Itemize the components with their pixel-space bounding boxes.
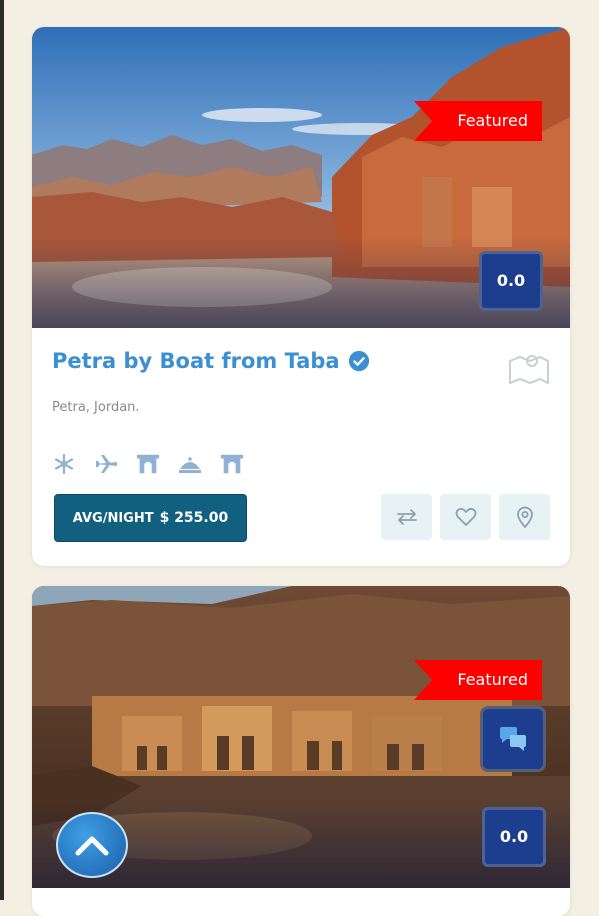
- listing-card[interactable]: Featured 0.0: [32, 586, 570, 916]
- compare-icon: [396, 509, 417, 525]
- rating-score: 0.0: [482, 807, 546, 867]
- listing-card[interactable]: Featured 0.0 Petra by Boat from Taba Pet…: [32, 27, 570, 566]
- plane-icon: [94, 452, 118, 476]
- scroll-to-top-button[interactable]: [56, 812, 128, 878]
- featured-badge: Featured: [414, 101, 542, 141]
- archway-icon: [136, 452, 160, 476]
- featured-badge: Featured: [414, 660, 542, 700]
- chevron-up-icon: [75, 836, 109, 856]
- show-on-map-button[interactable]: [499, 494, 550, 540]
- price-button[interactable]: AVG/NIGHT $ 255.00: [54, 494, 247, 542]
- chat-bubbles-icon: [500, 727, 526, 751]
- verified-check-icon: [348, 350, 369, 372]
- map-icon[interactable]: [508, 351, 550, 385]
- listing-title-text[interactable]: Petra by Boat from Taba: [52, 349, 340, 373]
- listing-location: Petra, Jordan.: [52, 400, 140, 415]
- archway-icon: [220, 452, 244, 476]
- snowflake-icon: [52, 452, 76, 476]
- listing-title[interactable]: Petra by Boat from Taba: [52, 349, 370, 373]
- rating-score: 0.0: [479, 251, 543, 311]
- page-edge: [0, 0, 4, 900]
- dome-icon: [178, 452, 202, 476]
- heart-icon: [455, 507, 476, 526]
- listing-photo[interactable]: Featured 0.0: [32, 586, 570, 888]
- price-value: $ 255.00: [159, 510, 229, 526]
- compare-button[interactable]: [381, 494, 432, 540]
- chat-button[interactable]: [480, 706, 546, 772]
- favorite-button[interactable]: [440, 494, 491, 540]
- listing-actions: [381, 494, 550, 540]
- amenities-list: [52, 452, 244, 476]
- price-label: AVG/NIGHT: [72, 510, 154, 526]
- listing-photo[interactable]: Featured 0.0: [32, 27, 570, 328]
- map-marker-icon: [516, 506, 533, 528]
